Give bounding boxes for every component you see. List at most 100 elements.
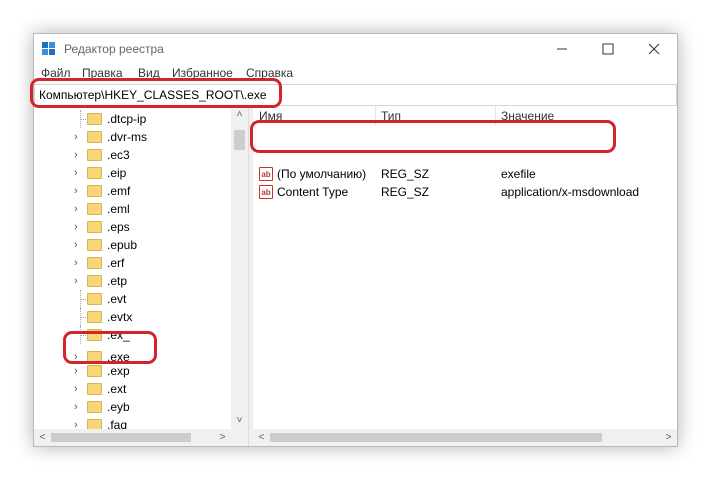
tree-item[interactable]: › .eip <box>34 164 234 182</box>
tree-item[interactable]: › .ext <box>34 380 234 398</box>
highlight-exe-key <box>63 331 157 364</box>
folder-icon <box>87 221 102 233</box>
folder-icon <box>87 365 102 377</box>
value-type: REG_SZ <box>381 185 430 199</box>
folder-icon <box>87 401 102 413</box>
values-horizontal-scrollbar[interactable]: < > <box>253 429 677 446</box>
chevron-right-icon[interactable]: › <box>74 257 78 269</box>
tree-item[interactable]: › .epub <box>34 236 234 254</box>
tree-connector <box>81 119 86 120</box>
folder-icon <box>87 203 102 215</box>
minimize-button[interactable] <box>539 34 585 64</box>
tree-item-label: .evtx <box>107 310 133 324</box>
folder-icon <box>87 149 102 161</box>
folder-icon <box>87 167 102 179</box>
chevron-right-icon[interactable]: › <box>74 203 78 215</box>
tree-item-label: .eps <box>107 220 130 234</box>
chevron-right-icon[interactable]: › <box>74 185 78 197</box>
scroll-right-icon[interactable]: > <box>660 429 677 446</box>
tree-vertical-scrollbar[interactable]: ˄ ˅ <box>231 106 248 429</box>
tree-item[interactable]: › .eml <box>34 200 234 218</box>
tree-item-label: .emf <box>107 184 131 198</box>
folder-icon <box>87 293 102 305</box>
ab-string-icon: ab <box>259 167 273 181</box>
tree-item[interactable]: .dtcp-ip <box>34 110 234 128</box>
chevron-right-icon[interactable]: › <box>74 149 78 161</box>
tree-item-label: .dvr-ms <box>107 130 147 144</box>
tree-item[interactable]: › .exp <box>34 362 234 380</box>
registry-tree: .dtcp-ip › .dvr-ms › .ec3 › .eip › .emf › .eml › .ep… <box>34 106 250 429</box>
tree-scroll-thumb[interactable] <box>234 130 245 150</box>
maximize-icon <box>602 43 614 55</box>
folder-icon <box>87 185 102 197</box>
tree-item[interactable]: › .dvr-ms <box>34 128 234 146</box>
tree-item-label: .faq <box>107 418 128 429</box>
tree-item[interactable]: › .ec3 <box>34 146 234 164</box>
scroll-right-icon[interactable]: > <box>214 429 231 446</box>
chevron-right-icon[interactable]: › <box>74 275 78 287</box>
maximize-button[interactable] <box>585 34 631 64</box>
value-type: REG_SZ <box>381 167 430 181</box>
scroll-up-icon[interactable]: ˄ <box>231 106 248 123</box>
folder-icon <box>87 131 102 143</box>
title-bar: Редактор реестра <box>34 34 677 64</box>
value-data: application/x-msdownload <box>501 185 640 199</box>
values-hscroll-thumb[interactable] <box>270 433 602 442</box>
folder-icon <box>87 311 102 323</box>
tree-item-label: .ext <box>107 382 127 396</box>
folder-icon <box>87 419 102 429</box>
tree-item-label: .erf <box>107 256 125 270</box>
folder-icon <box>87 239 102 251</box>
chevron-right-icon[interactable]: › <box>74 419 78 429</box>
tree-item-label: .exp <box>107 364 130 378</box>
scroll-left-icon[interactable]: < <box>253 429 270 446</box>
folder-icon <box>87 383 102 395</box>
value-data: exefile <box>501 167 536 181</box>
scroll-down-icon[interactable]: ˅ <box>231 412 248 429</box>
regedit-icon <box>42 42 55 55</box>
tree-item-label: .etp <box>107 274 128 288</box>
folder-icon <box>87 257 102 269</box>
tree-connector <box>81 317 86 318</box>
tree-item[interactable]: .evtx <box>34 308 234 326</box>
tree-item-label: .epub <box>107 238 138 252</box>
tree-item[interactable]: › .faq <box>34 416 234 429</box>
close-icon <box>648 43 660 55</box>
tree-item[interactable]: › .erf <box>34 254 234 272</box>
close-button[interactable] <box>631 34 677 64</box>
table-row[interactable]: ab Content Type REG_SZ application/x-msd… <box>253 183 677 201</box>
tree-item[interactable]: › .eyb <box>34 398 234 416</box>
folder-icon <box>87 275 102 287</box>
scroll-left-icon[interactable]: < <box>34 429 51 446</box>
minimize-icon <box>557 48 567 50</box>
window-title: Редактор реестра <box>64 42 164 56</box>
tree-horizontal-scrollbar[interactable]: < > <box>34 429 248 446</box>
ab-string-icon: ab <box>259 185 273 199</box>
chevron-right-icon[interactable]: › <box>74 383 78 395</box>
value-name: (По умолчанию) <box>277 167 367 181</box>
tree-item-label: .eyb <box>107 400 130 414</box>
tree-item[interactable]: › .eps <box>34 218 234 236</box>
tree-connector <box>81 299 86 300</box>
tree-item-label: .eml <box>107 202 130 216</box>
folder-icon <box>87 113 102 125</box>
value-name: Content Type <box>277 185 349 199</box>
table-row[interactable]: ab (По умолчанию) REG_SZ exefile <box>253 165 677 183</box>
tree-item[interactable]: › .etp <box>34 272 234 290</box>
chevron-right-icon[interactable]: › <box>74 401 78 413</box>
tree-item-label: .ec3 <box>107 148 130 162</box>
tree-item-label: .evt <box>107 292 127 306</box>
highlight-default-value <box>250 120 616 153</box>
tree-item[interactable]: .evt <box>34 290 234 308</box>
tree-item-label: .dtcp-ip <box>107 112 147 126</box>
values-pane: Имя Тип Значение ab (По умолчанию) REG_S… <box>253 106 677 429</box>
chevron-right-icon[interactable]: › <box>74 221 78 233</box>
chevron-right-icon[interactable]: › <box>74 131 78 143</box>
chevron-right-icon[interactable]: › <box>74 239 78 251</box>
chevron-right-icon[interactable]: › <box>74 365 78 377</box>
chevron-right-icon[interactable]: › <box>74 167 78 179</box>
tree-item[interactable]: › .emf <box>34 182 234 200</box>
tree-item-label: .eip <box>107 166 127 180</box>
tree-hscroll-thumb[interactable] <box>51 433 191 442</box>
highlight-address-bar <box>30 78 282 108</box>
